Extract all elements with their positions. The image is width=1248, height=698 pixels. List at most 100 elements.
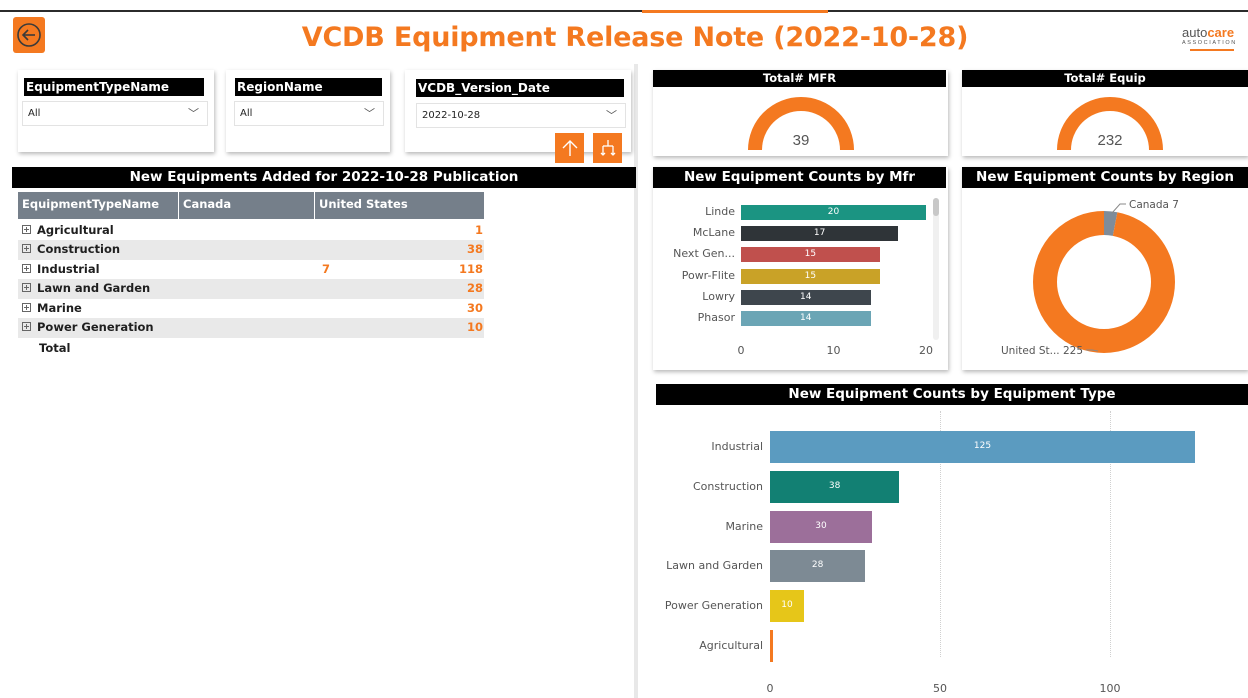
total-row: Total: [18, 339, 484, 359]
cell-canada: 7: [321, 262, 330, 276]
region-donut-chart: Canada 7 United St... 225: [1001, 199, 1179, 357]
expand-icon[interactable]: [22, 264, 31, 273]
expand-hierarchy-button[interactable]: [593, 133, 622, 163]
row-label: Construction: [37, 242, 121, 256]
type-bar-value: 30: [815, 520, 827, 531]
cell-us: 38: [466, 242, 483, 256]
mfr-category-label: Phasor: [697, 311, 735, 324]
expand-hierarchy-icon: [600, 140, 615, 156]
donut-slice-united-states[interactable]: [1033, 211, 1175, 353]
row-label: Power Generation: [37, 320, 154, 334]
region-dropdown[interactable]: All ﹀: [234, 101, 384, 126]
matrix-header-us[interactable]: United States: [315, 192, 484, 219]
type-x-tick: 50: [933, 682, 947, 695]
type-category-label: Agricultural: [699, 639, 763, 652]
mfr-bar-value: 20: [827, 207, 840, 217]
type-x-tick: 100: [1099, 682, 1121, 695]
mfr-bar-value: 15: [804, 270, 817, 281]
sort-ascending-button[interactable]: [555, 133, 584, 163]
cell-us: 10: [466, 320, 483, 334]
mfr-chart-card: New Equipment Counts by Mfr Linde 20 McLan…: [653, 167, 948, 370]
expand-icon[interactable]: [22, 303, 31, 312]
expand-icon[interactable]: [22, 283, 31, 292]
mfr-bar-value: 15: [804, 249, 817, 260]
table-row: Industrial 7 118: [18, 260, 484, 280]
kpi-value-mfr: 39: [792, 132, 810, 149]
matrix-header-type[interactable]: EquipmentTypeName: [18, 192, 178, 219]
mfr-category-label: Powr-Flite: [681, 268, 735, 282]
chevron-down-icon: ﹀: [606, 109, 617, 122]
region-slicer: RegionName All ﹀: [226, 70, 390, 152]
type-category-label: Industrial: [711, 440, 763, 453]
slicer-title-region: RegionName: [235, 78, 382, 96]
type-category-label: Construction: [692, 479, 763, 493]
matrix-header-canada[interactable]: Canada: [179, 192, 314, 219]
logo-auto: auto: [1182, 25, 1208, 40]
equipment-type-dropdown[interactable]: All ﹀: [22, 101, 208, 126]
type-bar-value: 38: [828, 480, 841, 491]
mfr-category-label: Lowry: [702, 289, 735, 303]
section-divider: [634, 64, 638, 698]
leader-line: [1111, 203, 1126, 214]
version-date-dropdown[interactable]: 2022-10-28 ﹀: [416, 103, 626, 128]
equipment-type-slicer: EquipmentTypeName All ﹀: [18, 70, 214, 152]
mfr-chart-scrollbar[interactable]: [933, 198, 939, 340]
autocare-logo: autocare ASSOCIATION: [1182, 26, 1248, 60]
type-x-tick: 0: [766, 682, 774, 695]
expand-icon[interactable]: [22, 225, 31, 234]
row-label: Industrial: [37, 262, 100, 276]
type-chart-title: New Equipment Counts by Equipment Type: [656, 384, 1248, 405]
slicer-title-version-date: VCDB_Version_Date: [416, 79, 624, 97]
type-bar-chart: Industrial 125 Construction 38 Marine 30 Lawn …: [656, 405, 1248, 698]
expand-icon[interactable]: [22, 322, 31, 331]
mfr-category-label: Linde: [705, 205, 735, 218]
dropdown-value: All: [240, 108, 253, 119]
region-chart-card: New Equipment Counts by Region Canada 7U…: [962, 167, 1248, 370]
mfr-category-label: Next Gen...: [673, 247, 735, 261]
type-bar-value: 125: [973, 441, 992, 451]
row-label: Agricultural: [37, 223, 114, 237]
chevron-down-icon: ﹀: [188, 107, 199, 120]
kpi-value-equip: 232: [1097, 132, 1123, 149]
page-title: VCDB Equipment Release Note (2022-10-28): [301, 22, 969, 53]
report-header: VCDB Equipment Release Note (2022-10-28)…: [0, 0, 1248, 64]
kpi-card-equip: Total# Equip 232: [962, 70, 1248, 156]
header-rule: [0, 10, 1248, 12]
type-bar-value: 10: [781, 600, 793, 611]
expand-icon[interactable]: [22, 244, 31, 253]
matrix-title: New Equipments Added for 2022-10-28 Publ…: [12, 167, 636, 188]
type-category-label: Marine: [725, 519, 763, 533]
type-category-label: Lawn and Garden: [666, 559, 763, 573]
donut-label-canada: Canada 7: [1129, 199, 1179, 211]
table-row: Lawn and Garden 28: [18, 279, 484, 299]
mfr-bar-value: 14: [800, 313, 812, 323]
mfr-x-tick: 10: [826, 344, 841, 357]
kpi-card-mfr: Total# MFR 39: [653, 70, 948, 156]
kpi-title-equip: Total# Equip: [962, 70, 1248, 87]
slicer-title-equipment-type: EquipmentTypeName: [24, 78, 204, 96]
logo-association: ASSOCIATION: [1182, 40, 1237, 46]
scrollbar-thumb[interactable]: [933, 198, 939, 216]
table-row: Agricultural 1: [18, 221, 484, 241]
type-category-label: Power Generation: [664, 599, 763, 613]
kpi-title-mfr: Total# MFR: [653, 70, 946, 87]
dropdown-value: All: [28, 108, 41, 119]
dropdown-value: 2022-10-28: [422, 110, 481, 121]
table-row: Marine 30: [18, 299, 484, 319]
total-label: Total: [39, 341, 71, 355]
type-bar-value: 28: [811, 560, 824, 571]
type-bar[interactable]: [770, 630, 774, 662]
mfr-x-tick: 0: [737, 344, 745, 357]
mfr-x-tick: 20: [919, 344, 933, 357]
header-accent: [642, 10, 828, 13]
arrow-up-icon: [562, 140, 577, 156]
mfr-bar-chart: Linde 20 McLane 17 Next Gen... 15 Powr-Flite 15…: [653, 167, 948, 370]
mfr-bar-value: 14: [800, 291, 812, 302]
cell-us: 30: [466, 301, 483, 315]
chevron-down-icon: ﹀: [364, 107, 375, 120]
row-label: Lawn and Garden: [37, 281, 151, 295]
table-row: Power Generation 10: [18, 318, 484, 338]
mfr-category-label: McLane: [692, 226, 735, 240]
donut-label-united-states: United St... 225: [1001, 345, 1083, 357]
cell-us: 1: [474, 223, 483, 237]
